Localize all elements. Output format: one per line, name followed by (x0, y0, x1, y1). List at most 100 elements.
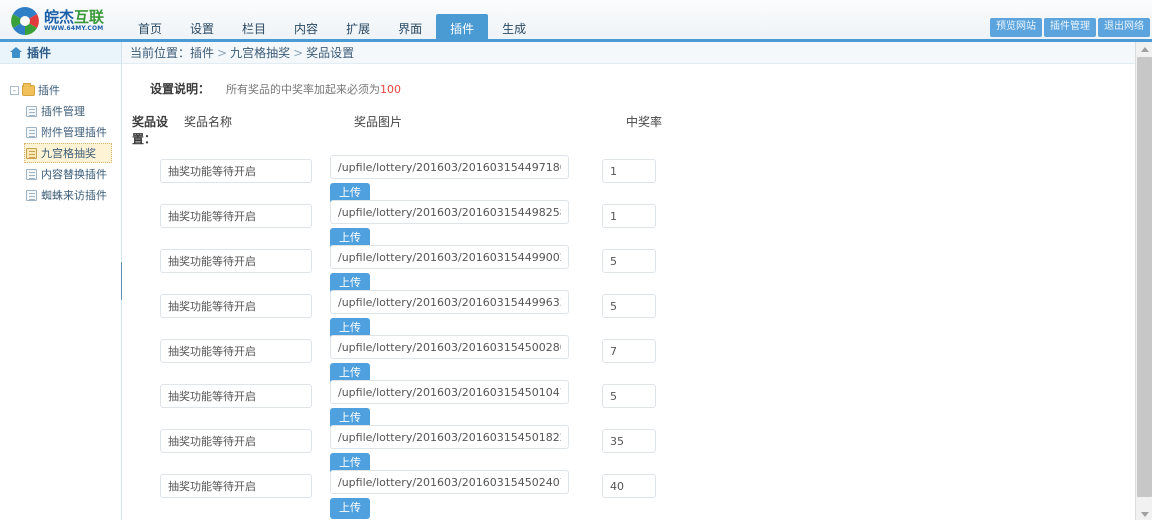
sidebar-item-label: 插件管理 (41, 105, 85, 118)
prize-image-cell: 上传 (330, 290, 602, 339)
column-header-name: 奖品名称 (184, 115, 233, 129)
nav-tab-extensions[interactable]: 扩展 (332, 14, 384, 42)
description-row: 设置说明： 所有奖品的中奖率加起来必须为100 (122, 80, 1144, 97)
preview-site-button[interactable]: 预览网站 (990, 18, 1042, 37)
pinwheel-logo-icon (10, 6, 40, 36)
prize-image-input[interactable] (330, 425, 569, 449)
prize-rate-input[interactable] (602, 159, 656, 183)
prize-image-cell: 上传 (330, 425, 602, 474)
sidebar-item-label: 附件管理插件 (41, 126, 107, 139)
upload-button[interactable]: 上传 (330, 498, 370, 519)
prize-row: 上传 (160, 290, 1144, 339)
prize-rate-input[interactable] (602, 339, 656, 363)
description-text: 所有奖品的中奖率加起来必须为100 (226, 81, 401, 97)
brand-url: WWW.64MY.COM (44, 24, 104, 32)
sidebar-item-label: 九宫格抽奖 (41, 147, 96, 160)
main-content-panel: 当前位置：插件 > 九宫格抽奖 > 奖品设置 设置说明： 所有奖品的中奖率加起来必须为1… (122, 42, 1144, 522)
nav-tab-settings[interactable]: 设置 (176, 14, 228, 42)
prize-rate-input[interactable] (602, 294, 656, 318)
nav-tab-columns[interactable]: 栏目 (228, 14, 280, 42)
prize-row: 上传 (160, 245, 1144, 294)
prize-image-input[interactable] (330, 380, 569, 404)
sidebar: 插件 - 插件 插件管理 附件管理插件 九宫格抽奖 内容替换插件 蜘蛛来访插件 (0, 42, 122, 522)
prize-rate-input[interactable] (602, 384, 656, 408)
home-icon (10, 47, 22, 58)
prize-name-input[interactable] (160, 294, 312, 318)
column-headers: 奖品设置： 奖品名称 奖品图片 中奖率 (122, 113, 1144, 147)
header-action-buttons: 预览网站 插件管理 退出网络 (990, 18, 1150, 37)
prize-image-cell: 上传 (330, 335, 602, 384)
brand-logo[interactable]: 皖杰互联 WWW.64MY.COM (10, 4, 130, 38)
prize-name-cell (160, 335, 330, 363)
prize-name-input[interactable] (160, 339, 312, 363)
description-highlight-value: 100 (380, 83, 402, 96)
prize-rate-input[interactable] (602, 204, 656, 228)
prize-rate-cell (602, 155, 662, 183)
prize-name-input[interactable] (160, 204, 312, 228)
prize-image-input[interactable] (330, 200, 569, 224)
column-header-rate: 中奖率 (626, 115, 663, 129)
prize-rate-input[interactable] (602, 474, 656, 498)
prize-rate-input[interactable] (602, 249, 656, 273)
prize-image-cell: 上传 (330, 155, 602, 204)
sidebar-header-label: 插件 (27, 46, 52, 60)
prize-image-input[interactable] (330, 470, 569, 494)
prize-rate-cell (602, 245, 662, 273)
prize-name-input[interactable] (160, 474, 312, 498)
prize-row: 上传 (160, 470, 1144, 519)
prize-row: 上传 (160, 155, 1144, 204)
vertical-scrollbar[interactable] (1135, 42, 1152, 522)
form-area: 设置说明： 所有奖品的中奖率加起来必须为100 奖品设置： 奖品名称 奖品图片 … (122, 64, 1144, 522)
prize-image-input[interactable] (330, 335, 569, 359)
sidebar-item-content-replace-plugin[interactable]: 内容替换插件 (24, 164, 112, 184)
sidebar-item-lottery[interactable]: 九宫格抽奖 (24, 143, 112, 163)
page-icon (26, 147, 37, 159)
prize-row: 上传 (160, 380, 1144, 429)
prize-image-input[interactable] (330, 245, 569, 269)
prize-name-cell (160, 200, 330, 228)
breadcrumb-prefix: 当前位置： (130, 46, 191, 60)
prize-rate-cell (602, 470, 662, 498)
nav-tab-home[interactable]: 首页 (124, 14, 176, 42)
prize-row: 上传 (160, 425, 1144, 474)
nav-tab-interface[interactable]: 界面 (384, 14, 436, 42)
main-nav-tabs: 首页 设置 栏目 内容 扩展 界面 插件 生成 (124, 12, 540, 42)
tree-collapse-toggle-icon[interactable]: - (10, 85, 19, 95)
prize-name-input[interactable] (160, 249, 312, 273)
prize-name-cell (160, 245, 330, 273)
breadcrumb-item-plugins[interactable]: 插件 (190, 46, 214, 60)
prize-image-input[interactable] (330, 155, 569, 179)
prize-name-input[interactable] (160, 429, 312, 453)
nav-tab-generate[interactable]: 生成 (488, 14, 540, 42)
breadcrumb-separator: > (293, 46, 304, 60)
breadcrumb-item-lottery[interactable]: 九宫格抽奖 (230, 46, 290, 60)
prize-rate-input[interactable] (602, 429, 656, 453)
sidebar-item-spider-visit-plugin[interactable]: 蜘蛛来访插件 (24, 185, 112, 205)
nav-tab-plugins[interactable]: 插件 (436, 14, 489, 42)
prize-image-cell: 上传 (330, 380, 602, 429)
sidebar-item-label: 蜘蛛来访插件 (41, 189, 107, 202)
sidebar-item-plugin-manage[interactable]: 插件管理 (24, 101, 112, 121)
logout-button[interactable]: 退出网络 (1098, 18, 1150, 37)
nav-tab-content[interactable]: 内容 (280, 14, 332, 42)
prize-rate-cell (602, 290, 662, 318)
prize-name-cell (160, 470, 330, 498)
prize-name-cell (160, 155, 330, 183)
prize-rate-cell (602, 380, 662, 408)
prize-name-cell (160, 425, 330, 453)
scroll-up-arrow-icon[interactable] (1136, 42, 1152, 57)
description-text-body: 所有奖品的中奖率加起来必须为 (226, 83, 381, 96)
scrollbar-thumb[interactable] (1137, 57, 1152, 497)
prize-name-input[interactable] (160, 384, 312, 408)
prize-image-input[interactable] (330, 290, 569, 314)
description-label: 设置说明： (150, 82, 211, 96)
brand-text: 皖杰互联 WWW.64MY.COM (44, 9, 104, 32)
sidebar-item-attachment-plugin[interactable]: 附件管理插件 (24, 122, 112, 142)
sidebar-item-label: 内容替换插件 (41, 168, 107, 181)
breadcrumb-separator: > (217, 46, 228, 60)
prize-name-input[interactable] (160, 159, 312, 183)
tree-root-plugins[interactable]: - 插件 (8, 80, 121, 100)
prize-settings-label: 奖品设置： (132, 115, 169, 146)
plugin-manage-button[interactable]: 插件管理 (1044, 18, 1096, 37)
tree-root-label: 插件 (38, 84, 60, 97)
